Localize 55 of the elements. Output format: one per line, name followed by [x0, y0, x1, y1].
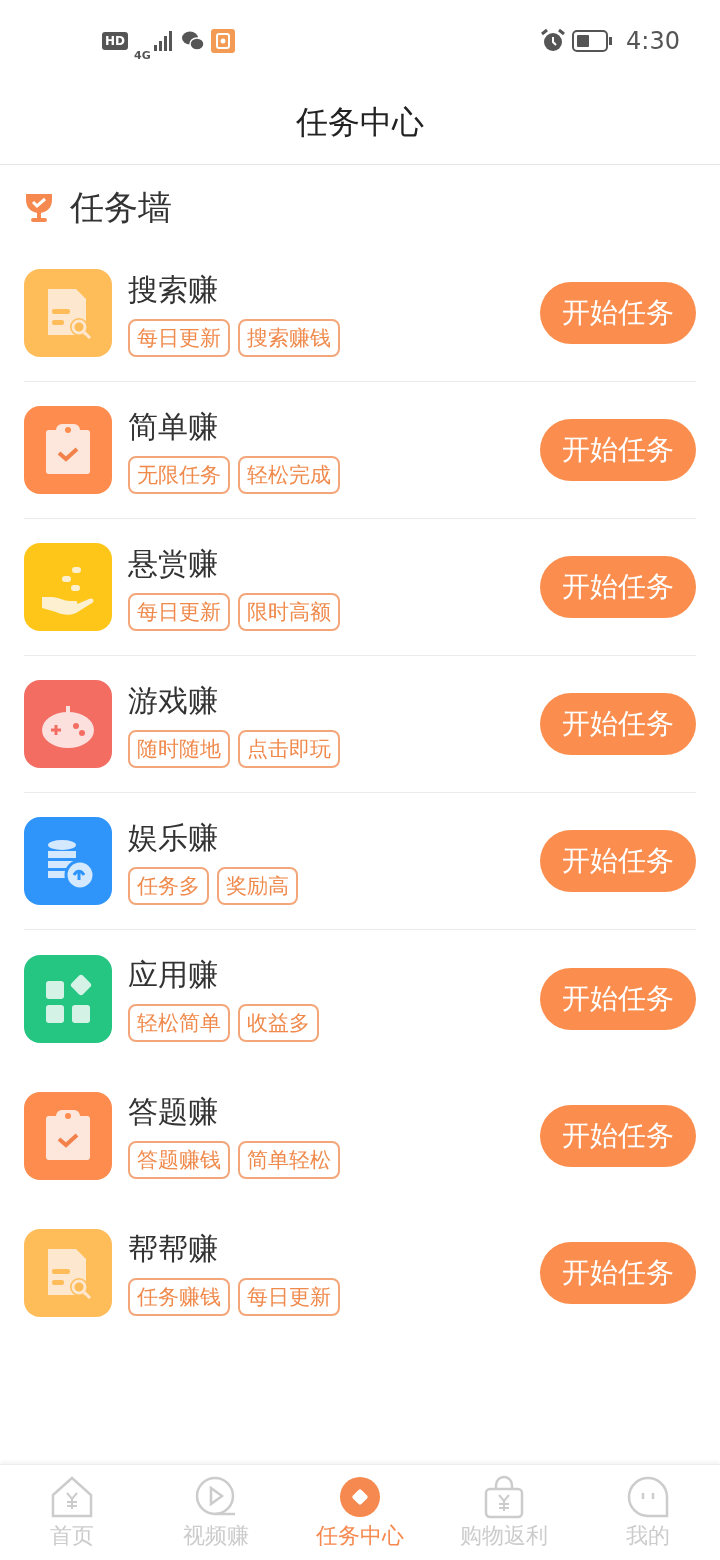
page-title: 任务中心: [296, 102, 424, 143]
section-title: 任务墙: [70, 186, 172, 229]
app-grid-icon[interactable]: [24, 954, 112, 1043]
tab-bar-item[interactable]: 任务中心: [288, 1465, 432, 1560]
start-task-button[interactable]: 开始任务: [540, 282, 696, 344]
hand-coins-icon[interactable]: [24, 543, 112, 631]
task-tag: 每日更新: [128, 318, 230, 357]
clock-time: 4:30: [626, 27, 680, 55]
clipboard-check-icon[interactable]: [24, 1091, 112, 1180]
task-name: 娱乐赚: [128, 818, 219, 857]
task-tag: 每日更新: [128, 592, 230, 631]
alarm-icon: [540, 28, 567, 54]
task-name: 搜索赚: [128, 270, 219, 309]
task-tag: 任务多: [128, 866, 209, 905]
signal-icon: [152, 30, 175, 52]
task-tag: 收益多: [238, 1004, 319, 1042]
task-name: 简单赚: [128, 407, 219, 446]
document-search-icon[interactable]: [24, 269, 112, 357]
task-name: 答题赚: [128, 1093, 219, 1131]
task-tag: 每日更新: [238, 1278, 340, 1316]
start-task-button[interactable]: 开始任务: [540, 556, 696, 618]
task-tag: 奖励高: [217, 866, 298, 905]
shopping-bag-icon: [482, 1474, 526, 1519]
chat-icon: [180, 30, 205, 52]
task-name: 应用赚: [128, 956, 219, 994]
coin-stack-icon[interactable]: [24, 817, 112, 905]
trophy-icon: [24, 192, 54, 224]
start-task-button[interactable]: 开始任务: [540, 1104, 696, 1167]
task-name: 悬赏赚: [128, 544, 219, 583]
task-tag: 轻松简单: [128, 1004, 230, 1042]
start-task-button[interactable]: 开始任务: [540, 1241, 696, 1304]
task-tag: 无限任务: [128, 455, 230, 494]
task-tag: 限时高额: [238, 592, 340, 631]
task-name: 帮帮赚: [128, 1230, 219, 1268]
start-task-button[interactable]: 开始任务: [540, 830, 696, 892]
task-tag: 简单轻松: [238, 1141, 340, 1179]
task-tag: 点击即玩: [238, 729, 340, 768]
task-tag: 轻松完成: [238, 455, 340, 494]
network-type: 4G: [134, 48, 151, 62]
clipboard-check-icon[interactable]: [24, 406, 112, 494]
document-search-icon[interactable]: [24, 1228, 112, 1317]
gamepad-icon[interactable]: [24, 680, 112, 768]
start-task-button[interactable]: 开始任务: [540, 419, 696, 481]
task-tag: 答题赚钱: [128, 1141, 230, 1179]
task-tag: 随时随地: [128, 729, 230, 768]
task-tag: 搜索赚钱: [238, 318, 340, 357]
hd-badge: HD: [102, 32, 128, 50]
task-name: 游戏赚: [128, 681, 219, 720]
battery-icon: [572, 30, 613, 52]
home-icon: [50, 1474, 94, 1519]
app-notification-icon: [210, 29, 235, 53]
start-task-button[interactable]: 开始任务: [540, 693, 696, 755]
start-task-button[interactable]: 开始任务: [540, 967, 696, 1030]
task-tag: 任务赚钱: [128, 1278, 230, 1316]
face-bubble-icon: [626, 1474, 670, 1519]
